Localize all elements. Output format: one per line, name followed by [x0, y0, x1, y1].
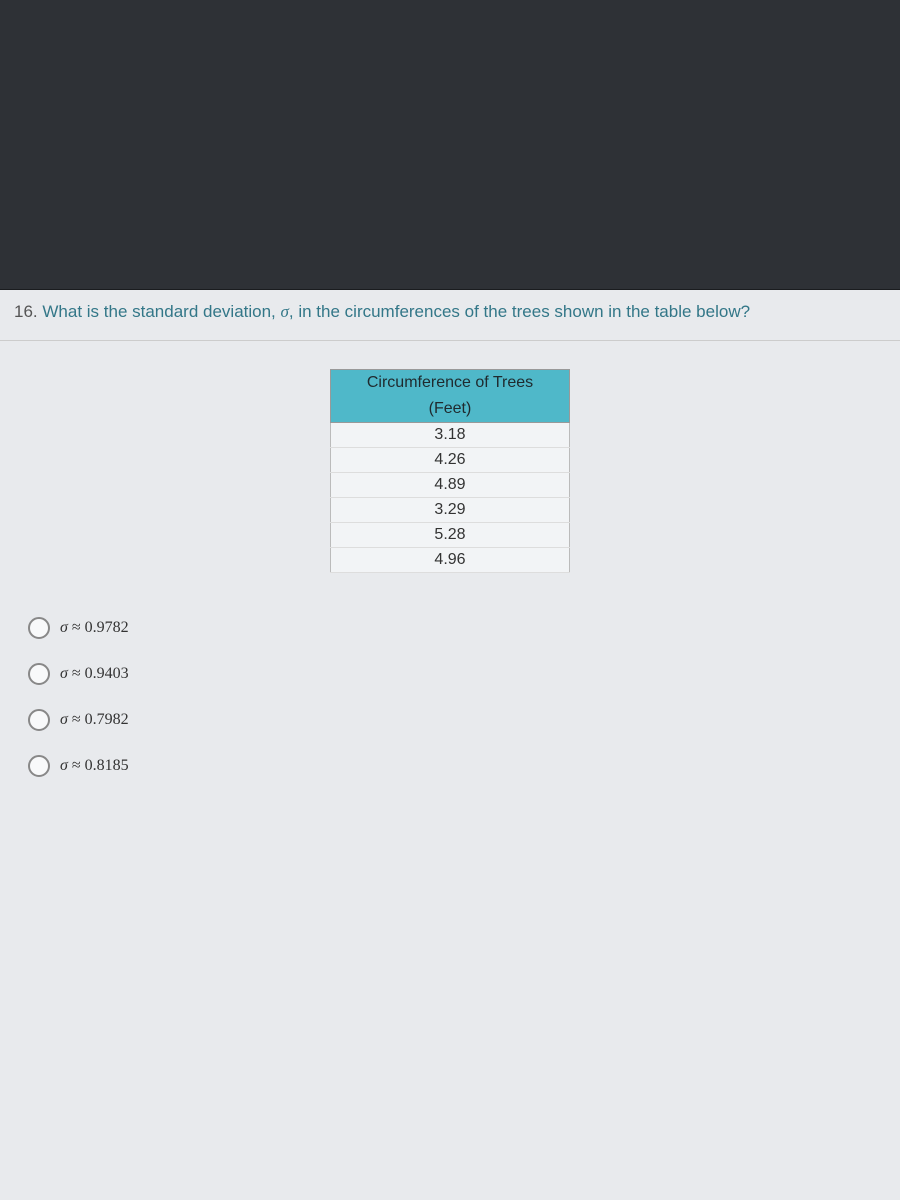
option-approx: ≈: [72, 619, 81, 636]
option-label: σ ≈ 0.9782: [60, 619, 129, 637]
answer-options: σ ≈ 0.9782 σ ≈ 0.9403 σ ≈ 0.7982 σ: [0, 593, 900, 801]
option-row[interactable]: σ ≈ 0.7982: [28, 697, 872, 743]
table-row: 4.26: [331, 448, 570, 473]
option-value: 0.7982: [85, 711, 129, 728]
table-row: 5.28: [331, 523, 570, 548]
question-container: 16. What is the standard deviation, σ, i…: [0, 290, 900, 1200]
table-wrap: Circumference of Trees (Feet) 3.18 4.26 …: [0, 341, 900, 593]
table-cell: 5.28: [331, 523, 570, 548]
question-number: 16.: [14, 302, 38, 321]
option-value: 0.9403: [85, 665, 129, 682]
option-approx: ≈: [72, 711, 81, 728]
option-value: 0.9782: [85, 619, 129, 636]
option-value: 0.8185: [85, 757, 129, 774]
table-subtitle: (Feet): [331, 396, 570, 423]
option-sigma: σ: [60, 665, 68, 682]
table-row: 3.29: [331, 498, 570, 523]
table-row: 3.18: [331, 423, 570, 448]
table-row: 4.96: [331, 548, 570, 573]
table-cell: 4.96: [331, 548, 570, 573]
option-sigma: σ: [60, 619, 68, 636]
data-table: Circumference of Trees (Feet) 3.18 4.26 …: [330, 369, 570, 573]
option-label: σ ≈ 0.9403: [60, 665, 129, 683]
radio-button[interactable]: [28, 617, 50, 639]
table-cell: 4.26: [331, 448, 570, 473]
option-row[interactable]: σ ≈ 0.8185: [28, 743, 872, 789]
option-sigma: σ: [60, 757, 68, 774]
option-approx: ≈: [72, 757, 81, 774]
question-text-before: What is the standard deviation,: [42, 302, 280, 321]
table-title: Circumference of Trees: [331, 370, 570, 397]
question-header: 16. What is the standard deviation, σ, i…: [0, 290, 900, 341]
option-label: σ ≈ 0.7982: [60, 711, 129, 729]
sigma-symbol: σ: [281, 302, 289, 321]
radio-button[interactable]: [28, 663, 50, 685]
option-sigma: σ: [60, 711, 68, 728]
table-cell: 3.29: [331, 498, 570, 523]
option-approx: ≈: [72, 665, 81, 682]
table-cell: 3.18: [331, 423, 570, 448]
option-row[interactable]: σ ≈ 0.9403: [28, 651, 872, 697]
option-label: σ ≈ 0.8185: [60, 757, 129, 775]
radio-button[interactable]: [28, 755, 50, 777]
question-text-after: , in the circumferences of the trees sho…: [289, 302, 750, 321]
option-row[interactable]: σ ≈ 0.9782: [28, 605, 872, 651]
table-row: 4.89: [331, 473, 570, 498]
top-dark-region: [0, 0, 900, 290]
radio-button[interactable]: [28, 709, 50, 731]
table-cell: 4.89: [331, 473, 570, 498]
